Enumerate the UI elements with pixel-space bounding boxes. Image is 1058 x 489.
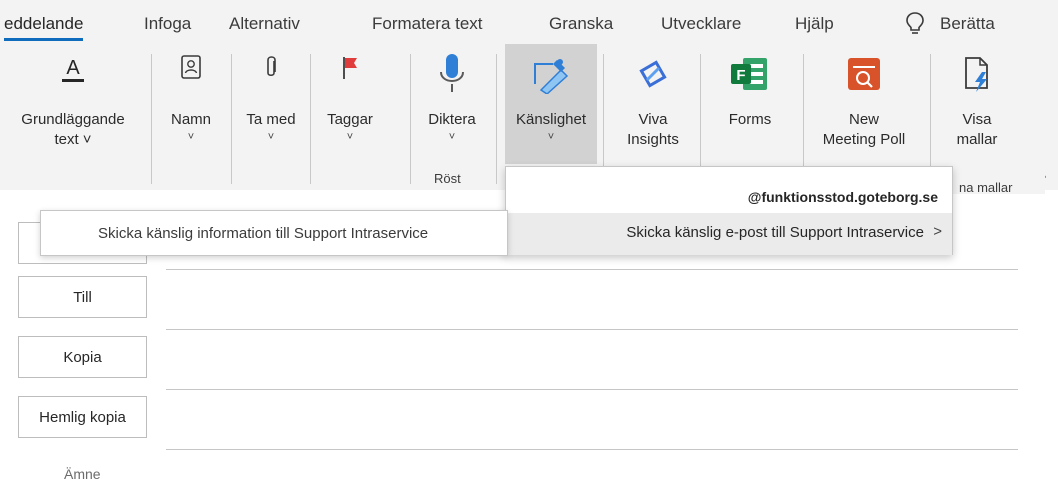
lightbulb-icon[interactable]: [904, 11, 926, 35]
button-label: Forms: [728, 111, 772, 128]
to-button[interactable]: Till: [18, 276, 147, 318]
tags-button[interactable]: Taggar ˅: [314, 44, 386, 164]
svg-text:A: A: [66, 57, 80, 79]
button-label: Taggar: [327, 111, 373, 128]
names-button[interactable]: Namn ˅: [156, 44, 226, 164]
group-separator: [151, 54, 152, 184]
button-label-2: Meeting Poll: [822, 131, 906, 148]
button-label: Grundläggande: [21, 111, 125, 128]
group-separator: [603, 54, 604, 184]
templates-icon: [965, 57, 988, 92]
button-label: Diktera: [428, 111, 476, 128]
chevron-right-icon: >: [933, 223, 942, 240]
bcc-label: Hemlig kopia: [39, 408, 126, 426]
chevron-down-icon: ˅: [187, 131, 195, 143]
cc-button[interactable]: Kopia: [18, 336, 147, 378]
button-label: New: [848, 111, 879, 128]
ribbon-tab-bar: eddelande Infoga Alternativ Formatera te…: [0, 0, 1058, 44]
attach-button[interactable]: Ta med ˅: [236, 44, 306, 164]
bcc-field: [166, 449, 1018, 450]
menu-item-label: Skicka känslig e-post till Support Intra…: [626, 224, 924, 241]
bcc-button[interactable]: Hemlig kopia: [18, 396, 147, 438]
svg-text:F: F: [736, 67, 745, 84]
group-label-mallar-region: na mallar: [953, 168, 1045, 195]
group-separator: [496, 54, 497, 184]
sensitivity-menu: @funktionsstod.goteborg.se Skicka känsli…: [505, 166, 953, 255]
chevron-down-icon: ˅: [346, 131, 354, 143]
font-color-icon: A: [62, 57, 84, 82]
subject-label[interactable]: Ämne: [64, 466, 101, 482]
to-field: [166, 329, 1018, 330]
group-separator: [700, 54, 701, 184]
group-separator: [803, 54, 804, 184]
chevron-down-icon: ˅: [448, 131, 456, 143]
tab-utvecklare[interactable]: Utvecklare: [661, 14, 741, 34]
chevron-down-icon: ˅: [267, 131, 275, 143]
button-label: Visa: [962, 111, 992, 128]
group-separator: [231, 54, 232, 184]
new-meeting-poll-button[interactable]: New Meeting Poll: [806, 44, 922, 164]
chevron-down-icon: ˅: [547, 131, 555, 143]
microphone-icon: [440, 54, 464, 92]
tab-formatera-text[interactable]: Formatera text: [372, 14, 483, 34]
to-label: Till: [73, 288, 92, 306]
button-label: Namn: [170, 111, 211, 128]
button-label: Känslighet: [515, 111, 587, 128]
button-label-2: mallar: [956, 131, 998, 148]
button-label-2: Insights: [627, 131, 679, 148]
group-separator: [410, 54, 411, 184]
sensitivity-icon: [534, 59, 569, 94]
view-templates-button[interactable]: Visa mallar: [935, 44, 1019, 164]
tab-meddelande[interactable]: eddelande: [4, 14, 84, 41]
submenu-item-send-sensitive-info[interactable]: Skicka känslig information till Support …: [40, 210, 508, 256]
dictate-button[interactable]: Diktera ˅: [414, 44, 490, 164]
group-separator: [930, 54, 931, 184]
address-book-icon: [181, 55, 201, 79]
submenu-item-label: Skicka känslig information till Support …: [98, 225, 429, 242]
active-tab-indicator: [4, 38, 84, 41]
forms-button[interactable]: F Forms: [706, 44, 794, 164]
viva-insights-icon: [639, 60, 667, 88]
meeting-poll-icon: [848, 58, 880, 90]
from-field-line: [166, 269, 1018, 270]
menu-header: @funktionsstod.goteborg.se: [747, 189, 938, 205]
tab-label: eddelande: [4, 14, 84, 33]
group-label-rost: Röst: [434, 171, 461, 186]
button-label: Ta med: [246, 111, 296, 128]
sensitivity-button[interactable]: Känslighet ˅: [505, 44, 597, 164]
button-label-2: text ˅: [54, 131, 92, 148]
cc-label: Kopia: [63, 348, 102, 366]
tab-infoga[interactable]: Infoga: [144, 14, 191, 34]
cc-field: [166, 389, 1018, 390]
button-label: Viva: [638, 111, 668, 128]
flag-icon: [343, 57, 357, 79]
group-separator: [310, 54, 311, 184]
viva-insights-button[interactable]: Viva Insights: [610, 44, 696, 164]
menu-item-send-sensitive-email[interactable]: Skicka känslig e-post till Support Intra…: [506, 213, 952, 255]
basic-text-button[interactable]: A Grundläggande text ˅: [0, 44, 146, 164]
tell-me-search[interactable]: Berätta: [940, 14, 995, 34]
tab-granska[interactable]: Granska: [549, 14, 613, 34]
forms-icon: F: [731, 58, 767, 90]
tab-hjalp[interactable]: Hjälp: [795, 14, 834, 34]
tab-alternativ[interactable]: Alternativ: [229, 14, 300, 34]
paperclip-icon: [267, 56, 276, 77]
group-label-mallar: na mallar: [959, 180, 1013, 195]
